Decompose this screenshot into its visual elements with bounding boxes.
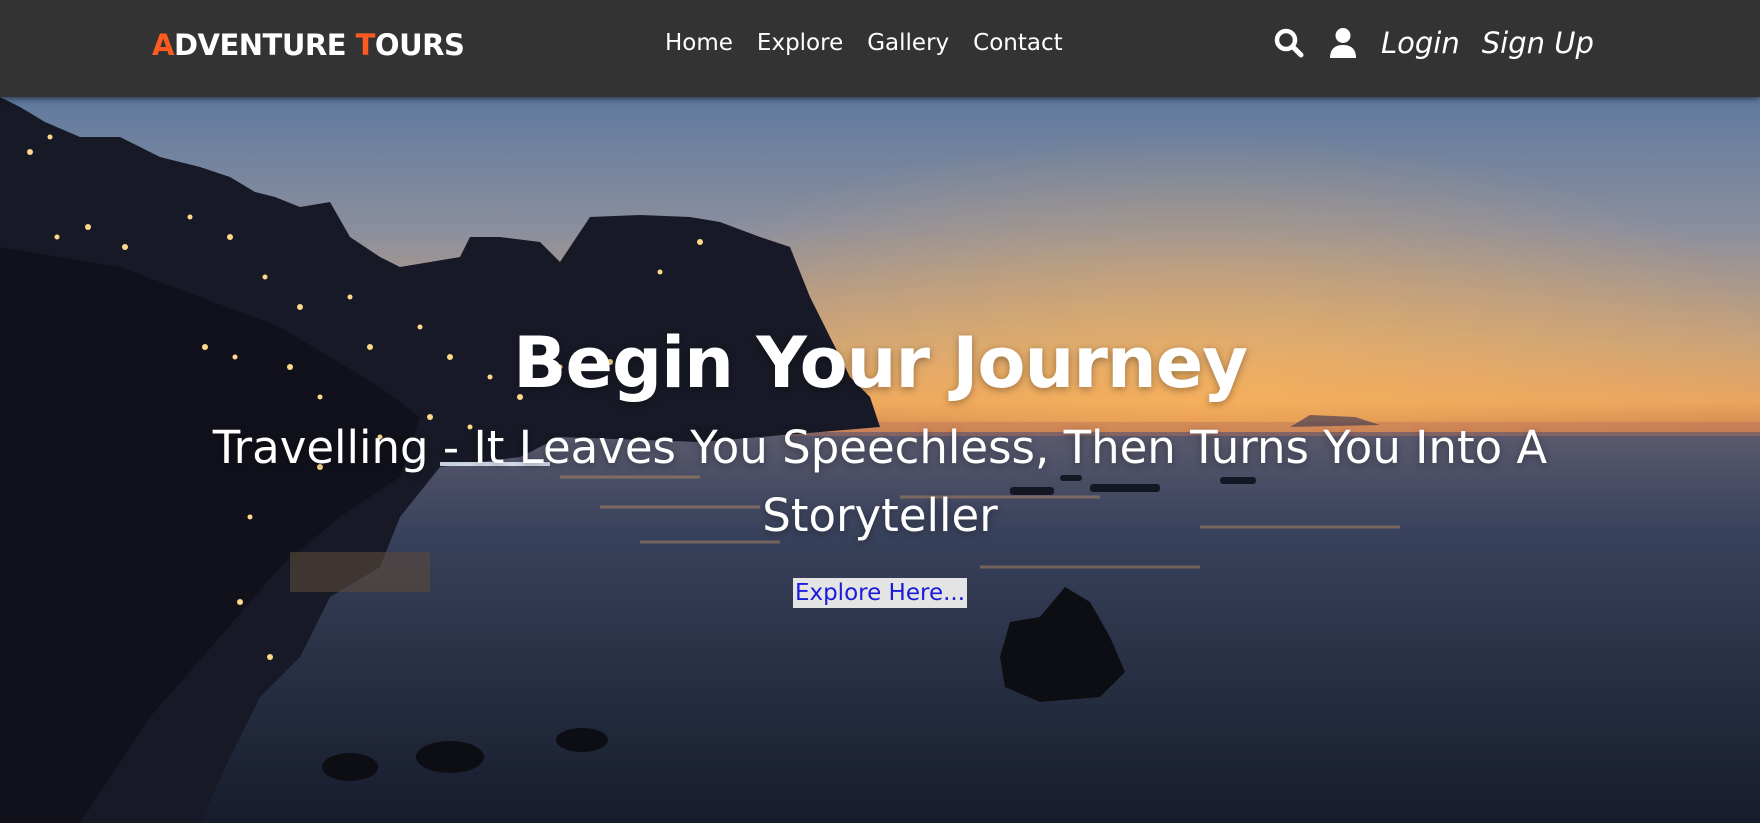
site-logo[interactable]: ADVENTURE TOURS: [152, 28, 465, 62]
nav-link-home[interactable]: Home: [665, 30, 733, 56]
nav-link-explore[interactable]: Explore: [757, 30, 843, 56]
hero-content: Begin Your Journey Travelling - It Leave…: [0, 322, 1760, 608]
hero-subtitle: Travelling - It Leaves You Speechless, T…: [212, 421, 1548, 542]
navbar: ADVENTURE TOURS Home Explore Gallery Con…: [0, 0, 1760, 97]
logo-letter-t: T: [355, 28, 376, 62]
hero-title: Begin Your Journey: [513, 322, 1248, 404]
user-icon[interactable]: [1327, 26, 1359, 60]
main-nav: Home Explore Gallery Contact: [665, 30, 1063, 56]
logo-text-adventure: DVENTURE: [173, 28, 356, 62]
signup-link[interactable]: Sign Up: [1482, 26, 1594, 60]
nav-link-contact[interactable]: Contact: [973, 30, 1062, 56]
nav-actions: Login Sign Up: [1273, 26, 1594, 60]
explore-here-button[interactable]: Explore Here...: [792, 578, 968, 608]
search-icon[interactable]: [1273, 26, 1305, 60]
logo-text-tours: OURS: [374, 28, 465, 62]
hero-section: Begin Your Journey Travelling - It Leave…: [0, 97, 1760, 823]
login-link[interactable]: Login: [1381, 26, 1460, 60]
logo-letter-a: A: [152, 28, 174, 62]
nav-link-gallery[interactable]: Gallery: [867, 30, 949, 56]
